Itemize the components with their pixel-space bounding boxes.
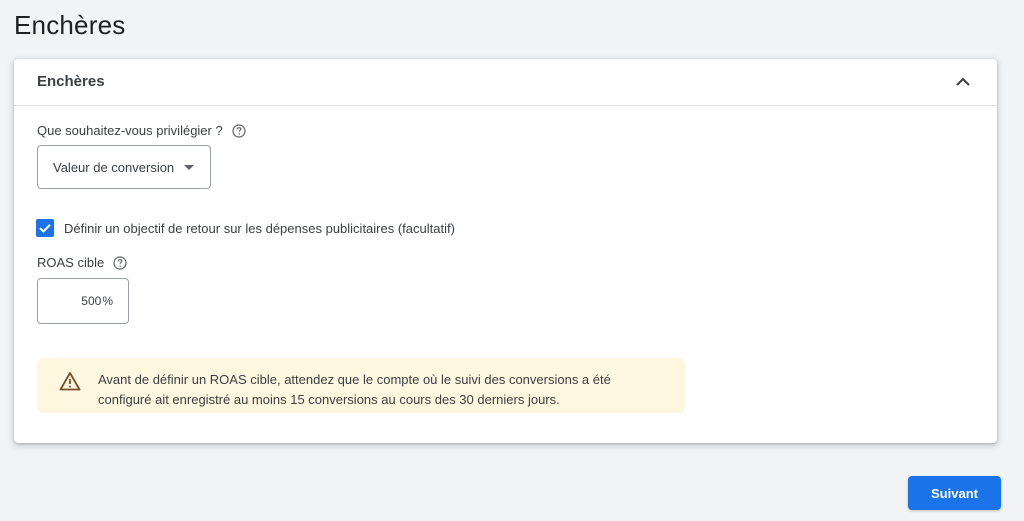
- roas-label: ROAS cible: [37, 255, 127, 270]
- dropdown-arrow-icon: [184, 165, 194, 170]
- warning-banner: Avant de définir un ROAS cible, attendez…: [37, 358, 685, 413]
- priority-question-label: Que souhaitez-vous privilégier ?: [37, 123, 246, 138]
- next-button[interactable]: Suivant: [908, 476, 1001, 510]
- roas-label-text: ROAS cible: [37, 255, 105, 270]
- checkmark-icon: [39, 224, 51, 233]
- help-icon[interactable]: [232, 123, 246, 138]
- roas-target-checkbox-label: Définir un objectif de retour sur les dé…: [64, 220, 455, 236]
- priority-select[interactable]: Valeur de conversion: [37, 145, 211, 189]
- chevron-up-icon[interactable]: [951, 70, 975, 94]
- priority-select-value: Valeur de conversion: [53, 159, 175, 175]
- help-icon[interactable]: [113, 255, 127, 270]
- priority-question-text: Que souhaitez-vous privilégier ?: [37, 123, 223, 138]
- roas-target-checkbox-row[interactable]: Définir un objectif de retour sur les dé…: [36, 219, 455, 237]
- warning-text-line: configuré ait enregistré au moins 15 con…: [98, 392, 560, 407]
- warning-text: Avant de définir un ROAS cible, attendez…: [98, 370, 611, 410]
- roas-target-checkbox[interactable]: [36, 219, 54, 237]
- warning-icon: [59, 371, 81, 391]
- roas-target-input[interactable]: 500 %: [37, 278, 129, 324]
- page-title: Enchères: [14, 10, 126, 40]
- warning-text-line: Avant de définir un ROAS cible, attendez…: [98, 372, 611, 387]
- bidding-card: Enchères Que souhaitez-vous privilégier …: [14, 59, 997, 443]
- roas-unit: %: [102, 294, 113, 308]
- card-header-title: Enchères: [37, 73, 105, 90]
- card-header[interactable]: Enchères: [14, 59, 997, 106]
- roas-target-value: 500: [81, 294, 102, 308]
